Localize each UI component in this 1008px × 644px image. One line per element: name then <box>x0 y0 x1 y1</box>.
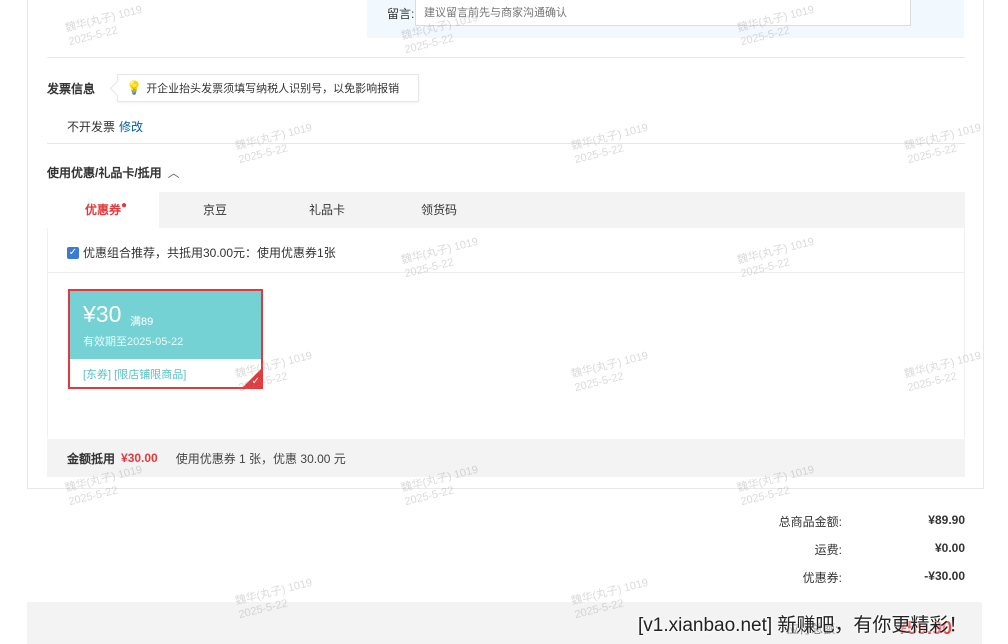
tab-redeem-code[interactable]: 领货码 <box>383 192 495 228</box>
divider <box>48 272 964 273</box>
site-watermark-banner: [v1.xianbao.net] 新赚吧，有你更精彩！ <box>638 615 968 636</box>
coupon-section-title-text: 使用优惠/礼品卡/抵用 <box>47 166 162 180</box>
coupon-condition: 满89 <box>130 316 154 328</box>
lightbulb-icon: 💡 <box>126 80 143 95</box>
tab-jd-beans[interactable]: 京豆 <box>159 192 271 228</box>
combo-recommend[interactable]: ✓ 优惠组合推荐，共抵用30.00元：使用优惠券1张 <box>67 244 336 261</box>
summary-label: 金额抵用 <box>67 451 116 466</box>
tab-gift-card[interactable]: 礼品卡 <box>271 192 383 228</box>
combo-checkbox[interactable]: ✓ <box>67 246 79 259</box>
invoice-tip-text: 开企业抬头发票须填写纳税人识别号，以免影响报销 <box>146 83 400 95</box>
tab-marker: ● <box>121 200 128 211</box>
combo-text: 优惠组合推荐，共抵用30.00元：使用优惠券1张 <box>83 246 336 260</box>
invoice-title: 发票信息 <box>47 82 96 96</box>
chevron-up-icon[interactable]: ︿ <box>168 166 180 180</box>
coupon-amount: ¥30 <box>83 301 122 327</box>
coupon-card-top: ¥30 满89 有效期至2025-05-22 <box>70 291 261 359</box>
coupon-card[interactable]: ¥30 满89 有效期至2025-05-22 [东券] [限店铺限商品] ✓ <box>68 289 263 389</box>
invoice-status: 不开发票 修改 <box>67 118 143 135</box>
divider <box>47 143 965 144</box>
tab-coupons[interactable]: 优惠券 ● <box>47 192 159 228</box>
coupon-discount-value: -¥30.00 <box>924 569 965 583</box>
coupon-discount-label: 优惠券: <box>802 571 842 585</box>
summary-desc: 使用优惠券 1 张，优惠 30.00 元 <box>175 451 346 466</box>
shipping-label: 运费: <box>814 543 842 557</box>
coupon-section-title[interactable]: 使用优惠/礼品卡/抵用 ︿ <box>47 164 180 181</box>
shipping-value: ¥0.00 <box>934 541 965 555</box>
coupon-tags: [东券] [限店铺限商品] <box>83 369 187 381</box>
coupon-tabs: 优惠券 ● 京豆 礼品卡 领货码 <box>47 192 965 228</box>
total-goods-value: ¥89.90 <box>928 513 965 527</box>
tab-label: 优惠券 <box>84 203 121 217</box>
total-goods-label: 总商品金额: <box>778 515 842 529</box>
message-label: 留言: <box>387 7 415 21</box>
summary-amount: ¥30.00 <box>121 451 158 465</box>
invoice-status-text: 不开发票 <box>67 120 116 134</box>
invoice-tip: 💡 开企业抬头发票须填写纳税人识别号，以免影响报销 <box>117 74 419 102</box>
tab-label: 京豆 <box>202 203 227 217</box>
coupon-summary: 金额抵用 ¥30.00 使用优惠券 1 张，优惠 30.00 元 <box>47 439 965 477</box>
tab-label: 礼品卡 <box>308 203 345 217</box>
message-input[interactable] <box>415 0 911 26</box>
tab-label: 领货码 <box>420 203 457 217</box>
invoice-edit-link[interactable]: 修改 <box>119 120 143 134</box>
divider <box>47 57 965 58</box>
check-icon: ✓ <box>251 376 260 387</box>
coupon-validity: 有效期至2025-05-22 <box>83 336 184 348</box>
